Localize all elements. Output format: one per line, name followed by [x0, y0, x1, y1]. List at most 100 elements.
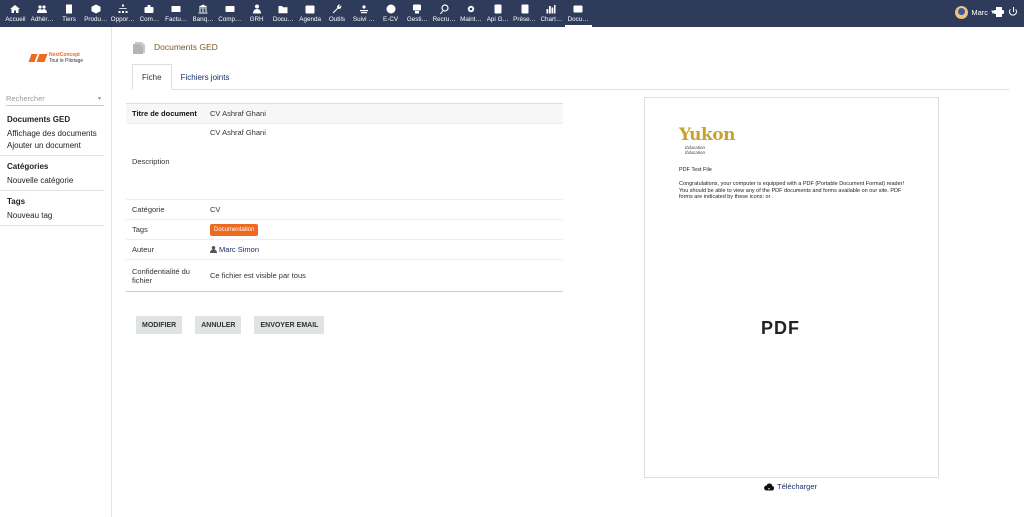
logo-tagline: Tout le Pilotage: [49, 58, 84, 64]
nav-item-8[interactable]: Comp…: [216, 0, 243, 27]
nav-label: Tiers: [62, 16, 76, 23]
author-link[interactable]: Marc Simon: [210, 245, 259, 254]
menu-item-list-documents[interactable]: Affichage des documents: [7, 129, 97, 138]
caret-down-icon[interactable]: ▼: [97, 96, 102, 102]
field-value-category: CV: [210, 205, 221, 214]
user-menu[interactable]: Marc ▼: [955, 6, 996, 19]
yukon-sub-fr: Éducation: [685, 150, 706, 155]
nav-item-5[interactable]: Com…: [136, 0, 163, 27]
left-sidebar: NextConcept Tout le Pilotage Rechercher …: [0, 27, 112, 517]
pdf-file-title: PDF Test File: [679, 167, 712, 173]
nav-item-2[interactable]: Tiers: [56, 0, 83, 27]
cv-icon: [385, 3, 397, 15]
main-content: Documents GED Fiche Fichiers joints Titr…: [112, 27, 1024, 517]
logout-icon[interactable]: [1008, 7, 1018, 19]
calendar-icon: [304, 3, 316, 15]
folder-icon: [277, 3, 289, 15]
avatar[interactable]: [955, 6, 969, 19]
field-value-confidentiality: Ce fichier est visible par tous: [210, 271, 306, 280]
users-icon: [36, 3, 48, 15]
nav-item-12[interactable]: Outils: [324, 0, 351, 27]
field-row-title: Titre de document CV Ashraf Ghani: [126, 104, 563, 124]
menu-heading-documents[interactable]: Documents GED: [7, 115, 97, 124]
nav-label: Prése…: [513, 16, 536, 23]
nav-item-15[interactable]: Gesti…: [404, 0, 431, 27]
pdf-preview[interactable]: Yukon Education Éducation PDF Test File …: [644, 97, 939, 478]
author-name[interactable]: Marc Simon: [219, 245, 259, 254]
user-name[interactable]: Marc: [971, 8, 988, 17]
pdf-big-label: PDF: [761, 318, 800, 338]
download-label[interactable]: Télécharger: [777, 482, 817, 491]
nav-label: Gesti…: [406, 16, 428, 23]
menu-heading-tags[interactable]: Tags: [7, 197, 97, 206]
nav-item-1[interactable]: Adhér…: [29, 0, 56, 27]
field-label-tags: Tags: [132, 225, 148, 234]
nav-label: Banq…: [192, 16, 214, 23]
briefcase-icon: [143, 3, 155, 15]
tag-badge[interactable]: Documentation: [210, 223, 259, 236]
field-row-author: Auteur Marc Simon: [126, 240, 563, 260]
menu-item-new-tag[interactable]: Nouveau tag: [7, 211, 97, 220]
search-input[interactable]: Rechercher ▼: [6, 94, 104, 106]
search-person-icon: [438, 3, 450, 15]
search-placeholder: Rechercher: [6, 94, 45, 103]
gear-icon: [465, 3, 477, 15]
company-logo[interactable]: NextConcept Tout le Pilotage: [28, 52, 84, 64]
field-value-title: CV Ashraf Ghani: [210, 109, 266, 118]
nav-label: Factu…: [165, 16, 188, 23]
field-row-tags: Tags Documentation: [126, 220, 563, 240]
nav-item-20[interactable]: Chart…: [538, 0, 565, 27]
cube-icon: [90, 3, 102, 15]
tab-fichiers-joints[interactable]: Fichiers joints: [172, 64, 239, 90]
nav-item-16[interactable]: Recru…: [431, 0, 458, 27]
wrench-icon: [331, 3, 343, 15]
bank-icon: [197, 3, 209, 15]
top-navbar: Accueil Adhér… Tiers Produ… Oppor… Com… Factu……: [0, 0, 1024, 27]
nav-label: Suivi …: [352, 16, 375, 23]
presence-icon: [519, 3, 531, 15]
nav-item-7[interactable]: Banq…: [190, 0, 217, 27]
nav-label: Oppor…: [110, 16, 135, 23]
nav-label: Docu…: [567, 16, 589, 23]
nav-item-10[interactable]: Docu…: [270, 0, 297, 27]
calculator-icon: [224, 3, 236, 15]
action-buttons: MODIFIER ANNULER ENVOYER EMAIL: [136, 316, 325, 334]
nav-item-9[interactable]: GRH: [243, 0, 270, 27]
top-menu: Accueil Adhér… Tiers Produ… Oppor… Com… Factu……: [2, 0, 592, 27]
nav-item-13[interactable]: Suivi …: [350, 0, 377, 27]
nav-item-11[interactable]: Agenda: [297, 0, 324, 27]
nav-item-19[interactable]: Prése…: [511, 0, 538, 27]
menu-item-new-category[interactable]: Nouvelle catégorie: [7, 176, 97, 185]
nav-label: E-CV: [383, 16, 399, 23]
nav-item-21[interactable]: Docu…: [564, 0, 592, 27]
document-fields-table: Titre de document CV Ashraf Ghani Descri…: [126, 103, 563, 292]
tab-fiche[interactable]: Fiche: [132, 64, 172, 90]
nav-item-0[interactable]: Accueil: [2, 0, 29, 27]
menu-item-add-document[interactable]: Ajouter un document: [7, 141, 97, 150]
field-label-author: Auteur: [132, 245, 155, 254]
nav-item-17[interactable]: Maint…: [458, 0, 485, 27]
person-icon: [251, 3, 263, 15]
download-link[interactable]: Télécharger: [764, 482, 817, 491]
nav-item-3[interactable]: Produ…: [82, 0, 109, 27]
user-icon: [210, 246, 217, 253]
nav-item-6[interactable]: Factu…: [163, 0, 190, 27]
api-icon: [492, 3, 504, 15]
send-email-button[interactable]: ENVOYER EMAIL: [254, 316, 325, 334]
nav-item-18[interactable]: Api G…: [484, 0, 511, 27]
cancel-button[interactable]: ANNULER: [195, 316, 242, 334]
manage-icon: [411, 3, 423, 15]
modify-button[interactable]: MODIFIER: [136, 316, 183, 334]
nav-label: Chart…: [540, 16, 563, 23]
menu-section-documents: Documents GED Affichage des documents Aj…: [0, 113, 104, 156]
nav-item-14[interactable]: E-CV: [377, 0, 404, 27]
nav-label: Recru…: [432, 16, 456, 23]
nav-label: Adhér…: [30, 16, 54, 23]
chart-icon: [545, 3, 557, 15]
menu-heading-categories[interactable]: Catégories: [7, 162, 97, 171]
field-row-description: Description CV Ashraf Ghani: [126, 124, 563, 200]
print-icon[interactable]: [994, 7, 1004, 19]
home-icon: [9, 3, 21, 15]
nav-item-4[interactable]: Oppor…: [109, 0, 136, 27]
field-label-title: Titre de document: [132, 109, 197, 118]
